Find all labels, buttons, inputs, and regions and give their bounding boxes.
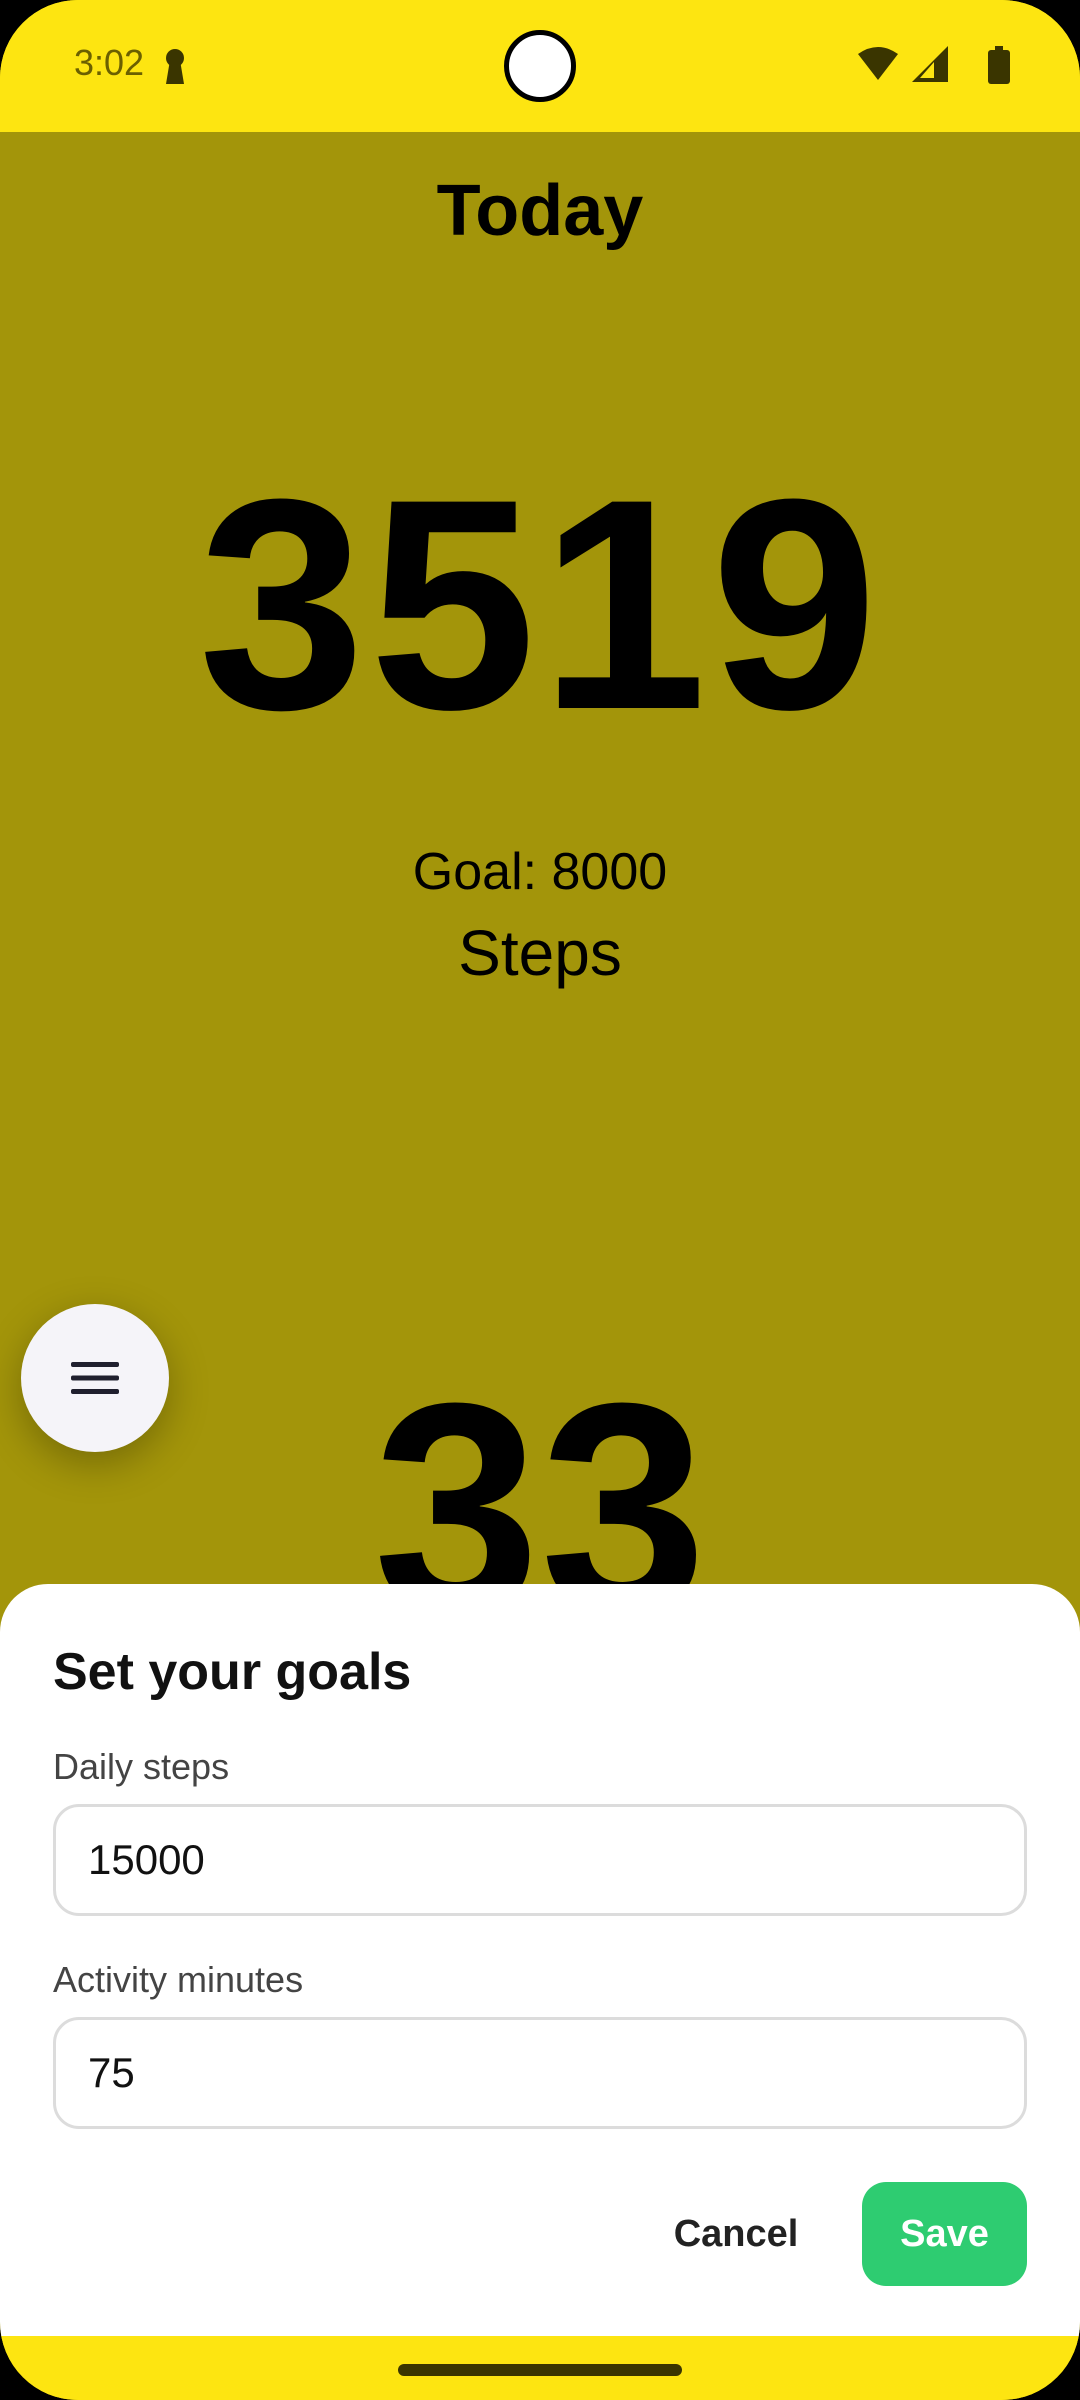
activity-minutes-input[interactable] (53, 2017, 1027, 2129)
save-button[interactable]: Save (862, 2182, 1027, 2286)
cancel-button[interactable]: Cancel (648, 2182, 824, 2286)
daily-steps-input[interactable] (53, 1804, 1027, 1916)
wifi-icon (858, 47, 898, 80)
home-gesture-handle[interactable] (398, 2364, 682, 2376)
status-bar: 3:02 (0, 0, 1080, 132)
navigation-bar (0, 2336, 1080, 2400)
battery-icon (988, 46, 1010, 84)
goals-bottom-sheet: Set your goals Daily steps Activity minu… (0, 1584, 1080, 2336)
phone-screen: 3:02 Today 3519 Goal: 8000 Steps 33 Set … (0, 0, 1080, 2400)
goal-text: Goal: 8000 (412, 843, 668, 901)
status-time: 3:02 (74, 42, 145, 83)
camera-cutout (504, 30, 576, 102)
page-title: Today (436, 171, 644, 251)
sheet-title: Set your goals (53, 1643, 412, 1701)
daily-steps-label: Daily steps (53, 1746, 230, 1787)
activity-minutes-label: Activity minutes (53, 1959, 304, 2000)
lock-icon (166, 49, 184, 84)
menu-icon (71, 1362, 119, 1394)
steps-label: Steps (458, 917, 622, 989)
signal-icon (912, 46, 948, 82)
menu-button[interactable] (21, 1304, 169, 1452)
steps-count: 3519 (198, 436, 882, 772)
